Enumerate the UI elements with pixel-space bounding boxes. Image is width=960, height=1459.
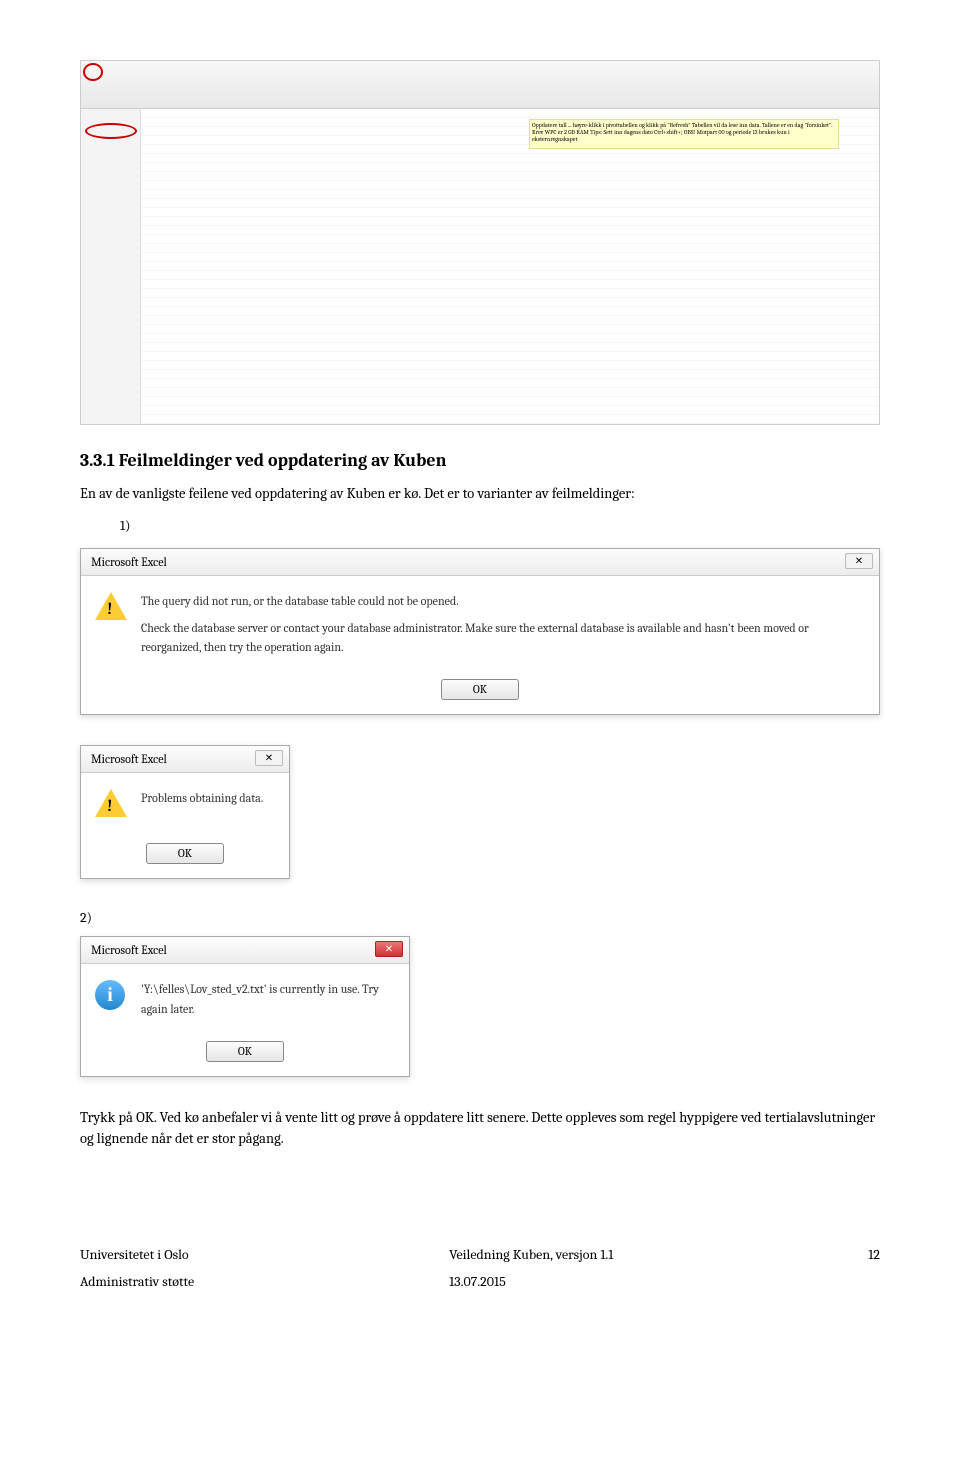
error-dialog-2: Microsoft Excel ✕ Problems obtaining dat… [80,745,290,879]
red-circle-annotation-top [83,63,103,81]
dialog1-close-button[interactable]: ✕ [845,553,873,569]
error-dialog-1: Microsoft Excel ✕ The query did not run,… [80,548,880,716]
dialog1-line2: Check the database server or contact you… [141,619,865,657]
footer-doc-title: Veiledning Kuben, versjon 1.1 [449,1242,613,1269]
dialog3-close-button[interactable]: ✕ [375,941,403,957]
dialog2-close-button[interactable]: ✕ [255,750,283,766]
dialog2-titlebar: Microsoft Excel ✕ [81,746,289,773]
excel-left-gutter [81,109,141,424]
page-footer: Universitetet i Oslo Administrativ støtt… [0,1242,960,1325]
section-heading: 3.3.1 Feilmeldinger ved oppdatering av K… [80,450,880,471]
list-item-2-label: 2) [80,909,880,926]
warning-icon [95,789,127,821]
dialog3-title-text: Microsoft Excel [91,943,167,957]
excel-yellow-note: Oppdatere tall ... høyre-klikk i pivotta… [529,119,839,149]
error-dialog-3: Microsoft Excel ✕ i 'Y:\felles\Lov_sted_… [80,936,410,1076]
excel-grid-area [141,109,879,424]
dialog3-ok-button[interactable]: OK [206,1041,284,1062]
info-icon: i [95,980,127,1012]
excel-ribbon [81,61,879,109]
dialog1-title-text: Microsoft Excel [91,555,167,569]
footer-org: Universitetet i Oslo [80,1242,194,1269]
footer-date: 13.07.2015 [449,1269,613,1296]
dialog3-message: 'Y:\felles\Lov_sted_v2.txt' is currently… [141,980,395,1018]
dialog2-title-text: Microsoft Excel [91,752,167,766]
dialog1-line1: The query did not run, or the database t… [141,592,865,611]
footer-page-number: 12 [868,1242,880,1269]
dialog1-ok-button[interactable]: OK [441,679,519,700]
dialog1-message: The query did not run, or the database t… [141,592,865,658]
warning-icon [95,592,127,624]
dialog2-message: Problems obtaining data. [141,789,263,808]
closing-paragraph: Trykk på OK. Ved kø anbefaler vi å vente… [80,1107,880,1151]
intro-paragraph: En av de vanligste feilene ved oppdateri… [80,483,880,505]
red-circle-annotation-date [85,123,137,139]
footer-dept: Administrativ støtte [80,1269,194,1296]
excel-screenshot-thumbnail: Oppdatere tall ... høyre-klikk i pivotta… [80,60,880,425]
dialog1-titlebar: Microsoft Excel ✕ [81,549,879,576]
dialog3-titlebar: Microsoft Excel ✕ [81,937,409,964]
dialog2-ok-button[interactable]: OK [146,843,224,864]
list-item-1-label: 1) [120,517,880,534]
